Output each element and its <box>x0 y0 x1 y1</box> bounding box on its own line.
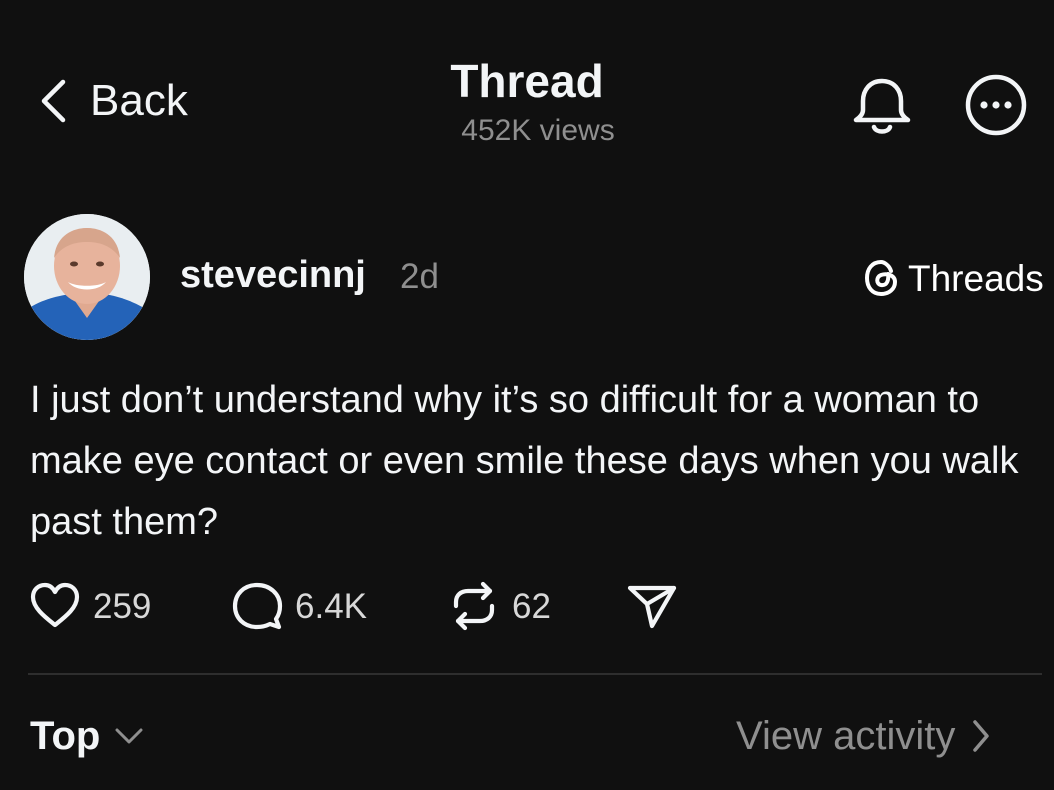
post-text: I just don’t understand why it’s so diff… <box>30 379 1019 543</box>
share-button[interactable] <box>626 580 678 632</box>
chevron-down-icon <box>115 728 143 744</box>
divider <box>28 673 1042 675</box>
reply-button[interactable]: 6.4K <box>231 580 367 632</box>
post-time: 2d <box>400 257 439 296</box>
sort-dropdown[interactable]: Top <box>30 716 144 756</box>
heart-icon <box>30 582 80 628</box>
threads-logo-icon <box>865 260 897 296</box>
bell-icon[interactable] <box>851 77 913 137</box>
chevron-right-icon <box>973 720 990 752</box>
threads-brand: Threads <box>862 258 1044 298</box>
brand-label: Threads <box>908 257 1044 299</box>
repost-icon <box>453 581 495 631</box>
username[interactable]: stevecinnj <box>180 256 366 294</box>
view-activity-label: View activity <box>736 714 956 758</box>
sort-label: Top <box>30 714 101 758</box>
avatar-image <box>24 214 150 340</box>
view-activity-link[interactable]: View activity <box>736 716 993 756</box>
repost-count: 62 <box>512 586 551 626</box>
more-icon[interactable] <box>964 73 1028 137</box>
like-button[interactable]: 259 <box>29 580 151 632</box>
send-icon <box>627 585 677 629</box>
repost-button[interactable]: 62 <box>448 580 551 632</box>
reply-count: 6.4K <box>295 586 367 626</box>
comment-icon <box>232 582 283 630</box>
like-count: 259 <box>93 586 152 626</box>
avatar[interactable] <box>24 214 150 340</box>
